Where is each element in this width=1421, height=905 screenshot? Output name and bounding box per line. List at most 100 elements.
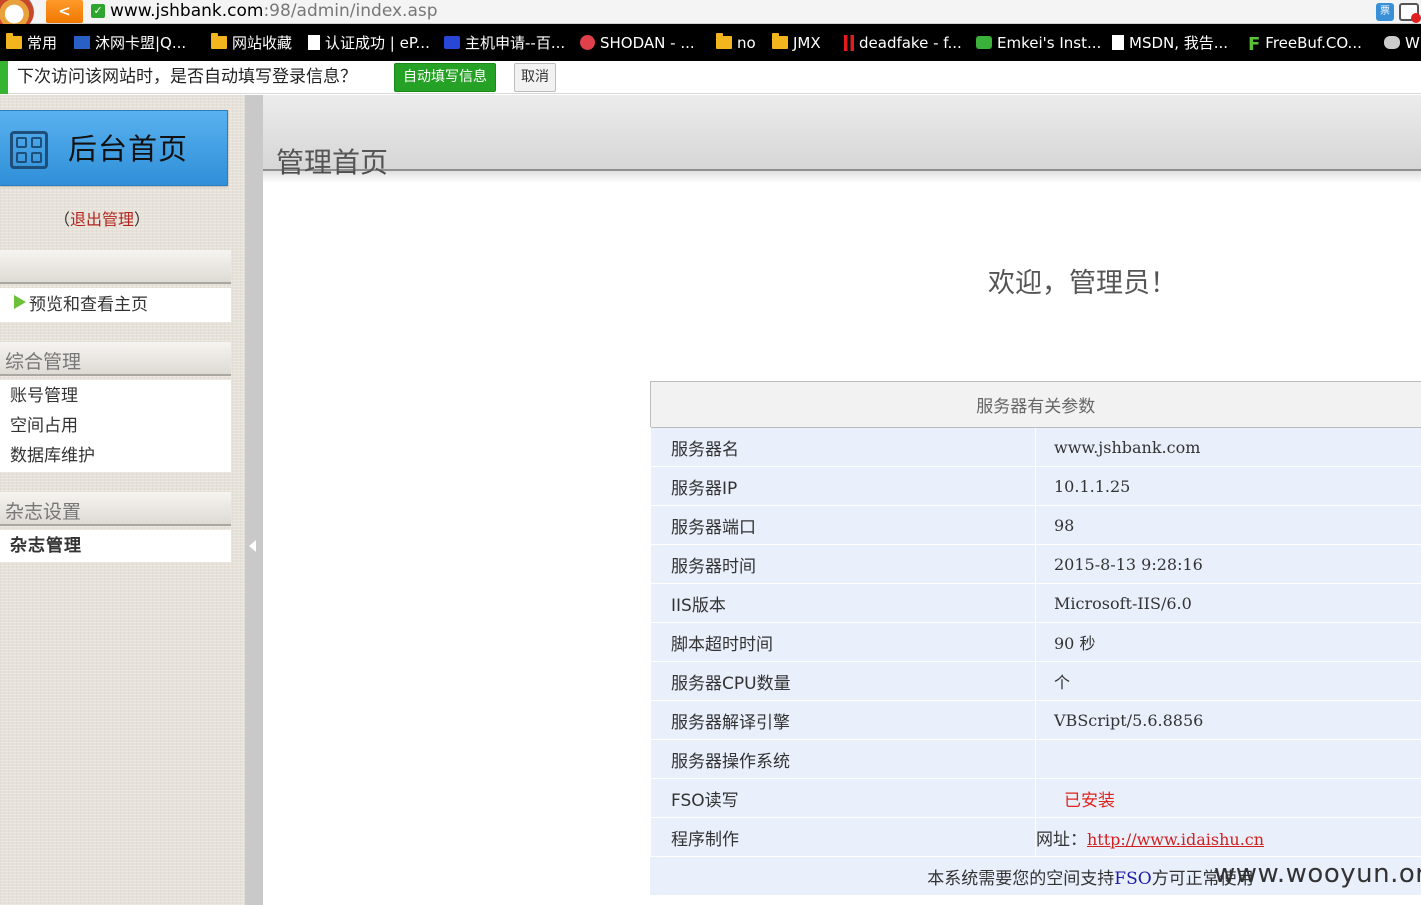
sidebar-section-magazine: 杂志设置	[0, 492, 231, 526]
sidebar-item-database[interactable]: 数据库维护	[0, 441, 231, 471]
table-row: 服务器时间 2015-8-13 9:28:16	[649, 544, 1421, 584]
welcome-message: 欢迎，管理员！	[988, 268, 1177, 299]
sidebar-section-general: 综合管理	[0, 342, 231, 376]
bookmark-label: deadfake - f...	[859, 34, 962, 52]
logout-row: （退出管理）	[54, 206, 150, 230]
row-label: 服务器操作系统	[649, 739, 1036, 779]
sidebar-section-title: 杂志设置	[5, 501, 82, 523]
note-text: 本系统需要您的空间支持	[927, 868, 1115, 889]
bookmark-label: no	[737, 34, 756, 52]
bookmark-label: 认证成功 | eP...	[325, 34, 430, 52]
table-row: 服务器端口 98	[649, 505, 1421, 545]
row-value: 98	[1035, 505, 1421, 545]
author-link[interactable]: http://www.idaishu.cn	[1087, 830, 1264, 849]
bookmark-label: MSDN, 我告...	[1129, 34, 1229, 52]
row-label: 服务器端口	[649, 505, 1036, 545]
bookmark-freebuf[interactable]: F FreeBuf.CO...	[1248, 24, 1362, 61]
row-label: 服务器解译引擎	[649, 700, 1036, 740]
page-icon	[1112, 35, 1124, 50]
paw-icon	[444, 36, 460, 49]
row-label: 服务器CPU数量	[649, 661, 1036, 701]
bookmark-host-apply[interactable]: 主机申请--百...	[444, 24, 565, 61]
sidebar: 后台首页 （退出管理） 预览和查看主页 综合管理 账号管理 空间占用 数据库维护…	[0, 95, 245, 905]
bookmark-label: 沐网卡盟|Q...	[95, 34, 187, 52]
sidebar-item-label: 预览和查看主页	[29, 295, 148, 315]
shodan-icon	[580, 35, 595, 50]
table-row: 服务器名 www.jshbank.com	[649, 427, 1421, 467]
server-info-table: 服务器有关参数 服务器名 www.jshbank.com 服务器IP 10.1.1.…	[649, 381, 1421, 896]
bookmark-folder-jmx[interactable]: JMX	[772, 24, 821, 61]
bookmark-shodan[interactable]: SHODAN - ...	[580, 24, 695, 61]
admin-home-title: 后台首页	[68, 132, 189, 166]
main-header: 管理首页	[263, 95, 1421, 183]
table-row: FSO读写 已安装	[649, 778, 1421, 818]
bookmark-deadfake[interactable]: deadfake - f...	[844, 24, 962, 61]
collapse-left-icon[interactable]	[249, 540, 256, 552]
table-row: 服务器IP 10.1.1.25	[649, 466, 1421, 506]
bookmark-label: FreeBuf.CO...	[1265, 34, 1362, 52]
bookmark-folder-favorites[interactable]: 网站收藏	[211, 24, 292, 61]
logout-link[interactable]: 退出管理	[70, 210, 134, 229]
row-value: 10.1.1.25	[1035, 466, 1421, 506]
sidebar-item-space[interactable]: 空间占用	[0, 411, 231, 441]
row-value	[1035, 739, 1421, 779]
fso-status: 已安装	[1035, 778, 1421, 818]
watermark: www.wooyun.org	[1214, 859, 1421, 889]
row-value: 90 秒	[1035, 622, 1421, 662]
row-value: www.jshbank.com	[1035, 427, 1421, 467]
bookmark-label: JMX	[793, 34, 821, 52]
row-label: IIS版本	[649, 583, 1036, 623]
red-bars-icon	[844, 35, 854, 51]
row-value: 2015-8-13 9:28:16	[1035, 544, 1421, 584]
url-host: www.jshbank.com	[110, 1, 264, 21]
autofill-accent	[0, 61, 8, 94]
bookmark-w[interactable]: W	[1384, 24, 1420, 61]
green-app-icon	[976, 36, 992, 49]
ticket-extension-icon[interactable]: 票	[1376, 3, 1394, 21]
sidebar-item-preview[interactable]: 预览和查看主页	[0, 290, 231, 320]
sidebar-item-magazine[interactable]: 杂志管理	[0, 531, 231, 561]
bookmark-folder-no[interactable]: no	[716, 24, 756, 61]
table-row: IIS版本 Microsoft-IIS/6.0	[649, 583, 1421, 623]
site-icon	[74, 36, 90, 49]
secure-check-icon: ✓	[91, 4, 105, 18]
url-field[interactable]: www.jshbank.com:98/admin/index.asp	[110, 1, 438, 21]
bookmark-label: 主机申请--百...	[465, 34, 566, 52]
folder-icon	[716, 33, 732, 49]
row-label: 服务器时间	[649, 544, 1036, 584]
back-button[interactable]: <	[46, 0, 83, 23]
sidebar-magazine-box: 杂志管理	[0, 530, 231, 562]
sidebar-item-accounts[interactable]: 账号管理	[0, 381, 231, 411]
bookmark-label: 常用	[27, 34, 58, 52]
bookmark-folder-common[interactable]: 常用	[6, 24, 57, 61]
page-title: 管理首页	[276, 146, 389, 179]
autofill-prompt: 下次访问该网站时，是否自动填写登录信息？	[17, 67, 357, 87]
admin-home-button[interactable]: 后台首页	[0, 110, 228, 186]
autofill-bar: 下次访问该网站时，是否自动填写登录信息？ 自动填写信息 取消	[0, 61, 1421, 94]
page-icon	[308, 35, 320, 50]
sidebar-general-box: 账号管理 空间占用 数据库维护	[0, 380, 231, 472]
row-value: Microsoft-IIS/6.0	[1035, 583, 1421, 623]
bookmark-label: SHODAN - ...	[600, 34, 695, 52]
sidebar-splitter[interactable]	[245, 95, 263, 905]
dashboard-grid-icon	[10, 131, 48, 169]
bookmark-label: Emkei's Inst...	[997, 34, 1102, 52]
row-label: 服务器名	[649, 427, 1036, 467]
row-value: 个	[1035, 661, 1421, 701]
bookmark-msdn[interactable]: MSDN, 我告...	[1112, 24, 1228, 61]
autofill-cancel-button[interactable]: 取消	[514, 63, 556, 92]
row-value: 网址：http://www.idaishu.cn	[1035, 817, 1421, 857]
sidebar-preview-box: 预览和查看主页	[0, 288, 231, 322]
table-row: 服务器解译引擎 VBScript/5.6.8856	[649, 700, 1421, 740]
autofill-accept-button[interactable]: 自动填写信息	[394, 63, 496, 92]
bookmark-auth[interactable]: 认证成功 | eP...	[308, 24, 430, 61]
bookmarks-bar: 常用 沐网卡盟|Q... 网站收藏 认证成功 | eP... 主机申请--百..…	[0, 24, 1421, 61]
note-fso: FSO	[1114, 868, 1152, 889]
browser-address-bar: < ✓ www.jshbank.com:98/admin/index.asp 票	[0, 0, 1421, 32]
blocker-extension-icon[interactable]	[1399, 3, 1421, 23]
table-title: 服务器有关参数	[649, 381, 1421, 428]
row-label: FSO读写	[649, 778, 1036, 818]
bookmark-emkei[interactable]: Emkei's Inst...	[976, 24, 1101, 61]
sidebar-section-blank	[0, 250, 231, 284]
bookmark-muwang[interactable]: 沐网卡盟|Q...	[74, 24, 186, 61]
